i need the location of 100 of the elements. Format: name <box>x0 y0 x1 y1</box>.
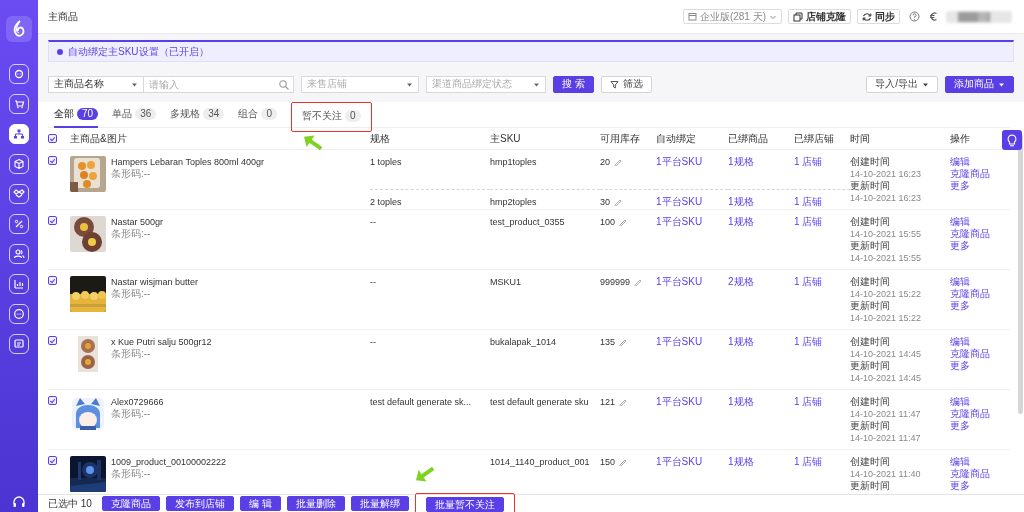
lightbulb-icon <box>1007 133 1017 147</box>
action-link[interactable]: 更多 <box>950 360 970 372</box>
boxes-icon[interactable] <box>9 184 29 204</box>
action-link[interactable]: 更多 <box>950 240 970 252</box>
timestamp: 14-10-2021 14:45 <box>850 348 923 360</box>
bulk-action-button[interactable]: 克隆商品 <box>101 496 160 511</box>
action-link[interactable]: 克隆商品 <box>950 468 990 480</box>
action-link[interactable]: 克隆商品 <box>950 168 990 180</box>
lightbulb-button[interactable] <box>1002 130 1022 150</box>
message-icon[interactable] <box>9 334 29 354</box>
timestamp: 14-10-2021 11:47 <box>850 408 922 420</box>
action-link[interactable]: 克隆商品 <box>950 288 990 300</box>
checkbox[interactable] <box>48 276 57 285</box>
bulk-action-button[interactable]: 批量删除 <box>286 496 345 511</box>
timestamp: 14-10-2021 15:55 <box>850 228 923 240</box>
bulk-action-button[interactable]: 发布到店铺 <box>165 496 234 511</box>
bound-spec-link[interactable]: 1规格 <box>728 196 754 207</box>
action-link[interactable]: 克隆商品 <box>950 348 990 360</box>
platform-sku-link[interactable]: 1平台SKU <box>656 196 703 207</box>
checkbox[interactable] <box>48 396 57 405</box>
action-link[interactable]: 编辑 <box>950 396 970 408</box>
action-link[interactable]: 编辑 <box>950 456 970 468</box>
chart-icon[interactable] <box>9 274 29 294</box>
action-link[interactable]: 更多 <box>950 420 970 432</box>
timestamp: 14-10-2021 15:22 <box>850 312 923 324</box>
cube-icon[interactable] <box>9 154 29 174</box>
page-title: 主商品 <box>48 9 78 24</box>
users-icon[interactable] <box>9 244 29 264</box>
time-label: 更新时间 <box>850 300 891 312</box>
search-field[interactable]: 请输入 <box>144 75 294 93</box>
column-header: 操作 <box>950 131 970 146</box>
bound-spec-link[interactable]: 1规格 <box>728 156 754 167</box>
filter-button[interactable]: 筛选 <box>600 75 652 93</box>
redacted-name <box>944 9 1014 24</box>
action-link[interactable]: 编辑 <box>950 276 970 288</box>
timestamp: 14-10-2021 16:23 <box>850 192 923 204</box>
chat-icon[interactable] <box>9 304 29 324</box>
action-link[interactable]: 克隆商品 <box>950 228 990 240</box>
headset-icon[interactable] <box>11 494 27 510</box>
percent-icon[interactable] <box>9 214 29 234</box>
bound-shop-link[interactable]: 1 店铺 <box>794 336 823 347</box>
bound-shop-link[interactable]: 1 店铺 <box>794 276 823 287</box>
checkbox[interactable] <box>48 456 57 465</box>
product-name: Alex0729666 <box>111 396 164 408</box>
sync-button[interactable]: 同步 <box>857 9 900 24</box>
time-label: 更新时间 <box>850 420 891 432</box>
cart-icon[interactable] <box>9 94 29 114</box>
bulk-action-button[interactable]: 编 辑 <box>239 496 281 511</box>
platform-sku-link[interactable]: 1平台SKU <box>656 216 703 227</box>
bound-shop-link[interactable]: 1 店铺 <box>794 216 823 227</box>
bound-spec-link[interactable]: 2规格 <box>728 276 754 287</box>
action-link[interactable]: 克隆商品 <box>950 408 990 420</box>
bound-shop-link[interactable]: 1 店铺 <box>794 156 823 167</box>
notice-text: 自动绑定主SKU设置（已开启） <box>68 44 209 59</box>
bulk-action-button[interactable]: 批量解绑 <box>350 496 409 511</box>
checkbox[interactable] <box>48 134 57 143</box>
bound-spec-link[interactable]: 1规格 <box>728 336 754 347</box>
hierarchy-icon[interactable] <box>9 124 29 144</box>
platform-sku-link[interactable]: 1平台SKU <box>656 396 703 407</box>
currency-icon[interactable] <box>929 11 938 22</box>
bound-spec-link[interactable]: 1规格 <box>728 216 754 227</box>
spec-text: 2 toples <box>370 197 402 207</box>
calendar-icon <box>687 12 697 21</box>
bound-shop-link[interactable]: 1 店铺 <box>794 196 823 207</box>
tab[interactable]: 暂不关注 0 <box>301 103 361 130</box>
tab[interactable]: 组合 0 <box>238 101 277 128</box>
action-link[interactable]: 更多 <box>950 180 970 192</box>
bound-shop-link[interactable]: 1 店铺 <box>794 456 823 467</box>
tab[interactable]: 多规格 34 <box>170 101 225 128</box>
action-link[interactable]: 编辑 <box>950 336 970 348</box>
add-product-button[interactable]: 添加商品 <box>945 75 1014 93</box>
bound-spec-link[interactable]: 1规格 <box>728 396 754 407</box>
scrollbar[interactable] <box>1018 134 1023 414</box>
time-label: 更新时间 <box>850 180 891 192</box>
field-select[interactable]: 主商品名称 <box>48 75 144 93</box>
checkbox[interactable] <box>48 336 57 345</box>
action-link[interactable]: 更多 <box>950 300 970 312</box>
column-header: 主商品&图片 <box>70 131 127 146</box>
bulk-action-button[interactable]: 批量暂不关注 <box>425 497 504 512</box>
platform-sku-link[interactable]: 1平台SKU <box>656 156 703 167</box>
face-icon[interactable] <box>9 64 29 84</box>
help-icon[interactable] <box>909 11 920 22</box>
platform-sku-link[interactable]: 1平台SKU <box>656 456 703 467</box>
sku-text: MSKU1 <box>490 277 521 287</box>
checkbox[interactable] <box>48 216 57 225</box>
bound-spec-link[interactable]: 1规格 <box>728 456 754 467</box>
tab[interactable]: 单品 36 <box>112 101 157 128</box>
action-link[interactable]: 编辑 <box>950 156 970 168</box>
plan-dropdown[interactable]: 企业版(281 天) <box>682 9 782 24</box>
tab[interactable]: 全部 70 <box>54 101 99 128</box>
bound-shop-link[interactable]: 1 店铺 <box>794 396 823 407</box>
action-link[interactable]: 更多 <box>950 480 970 492</box>
shop-clone-button[interactable]: 店铺克隆 <box>788 9 851 24</box>
action-link[interactable]: 编辑 <box>950 216 970 228</box>
timestamp: 14-10-2021 11:47 <box>850 432 922 444</box>
import-export-button[interactable]: 导入/导出 <box>866 75 938 93</box>
platform-sku-link[interactable]: 1平台SKU <box>656 276 703 287</box>
checkbox[interactable] <box>48 156 57 165</box>
search-button[interactable]: 搜 索 <box>553 75 594 93</box>
platform-sku-link[interactable]: 1平台SKU <box>656 336 703 347</box>
